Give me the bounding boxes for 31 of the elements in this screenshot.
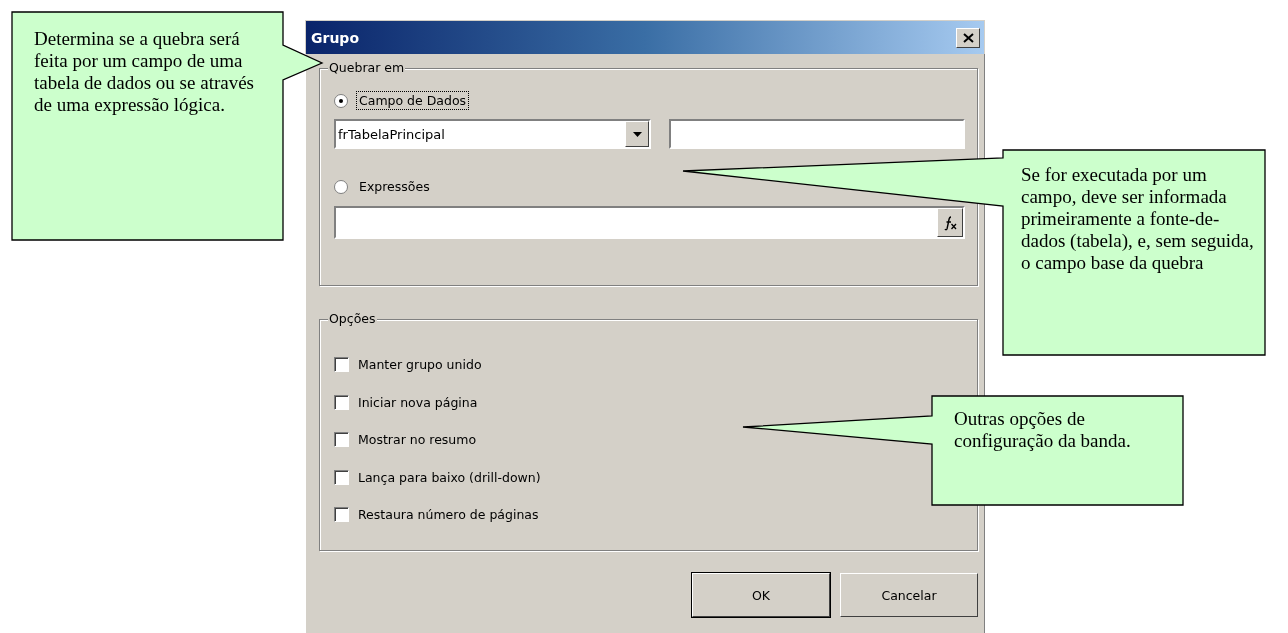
radio-label[interactable]: Campo de Dados (356, 91, 470, 110)
table-dropdown[interactable]: frTabelaPrincipal (334, 119, 652, 149)
ok-button[interactable]: OK (692, 573, 830, 617)
checkbox-label[interactable]: Manter grupo unido (358, 357, 482, 373)
callout-text: Determina se a quebra será feita por um campo de uma tabela de dados ou se através de uma expressão lógica. (34, 28, 254, 115)
close-icon (962, 32, 974, 43)
checkbox[interactable] (334, 357, 349, 373)
field-dropdown[interactable] (669, 119, 965, 149)
callout-text: Outras opções de configuração da banda. (954, 408, 1131, 451)
function-button[interactable] (937, 208, 963, 237)
radio-button[interactable] (334, 179, 348, 194)
window-title: Grupo (311, 29, 359, 46)
checkbox[interactable] (334, 394, 349, 410)
radio-label[interactable]: Expressões (356, 177, 433, 196)
cancel-button[interactable]: Cancelar (840, 573, 978, 617)
group-label: Opções (328, 311, 377, 326)
checkbox-label[interactable]: Lança para baixo (drill-down) (358, 469, 541, 485)
checkbox[interactable] (334, 469, 349, 485)
checkbox-label[interactable]: Iniciar nova página (358, 394, 478, 410)
checkbox[interactable] (334, 432, 349, 448)
expression-field[interactable] (334, 206, 965, 239)
close-button[interactable] (956, 27, 980, 48)
checkbox-label[interactable]: Restaura número de páginas (358, 507, 539, 523)
callout-text: Se for executada por um campo, deve ser informada primeiramente a fonte-de-dados (tabela), e, sem seguida, o campo base da quebra (1021, 164, 1254, 273)
checkbox[interactable] (334, 507, 349, 523)
group-label: Quebrar em (328, 60, 406, 75)
function-icon (942, 214, 958, 231)
radio-button[interactable] (334, 93, 348, 108)
checkbox-label[interactable]: Mostrar no resumo (358, 432, 477, 448)
dropdown-button[interactable] (625, 121, 650, 147)
caret-icon (633, 131, 642, 137)
